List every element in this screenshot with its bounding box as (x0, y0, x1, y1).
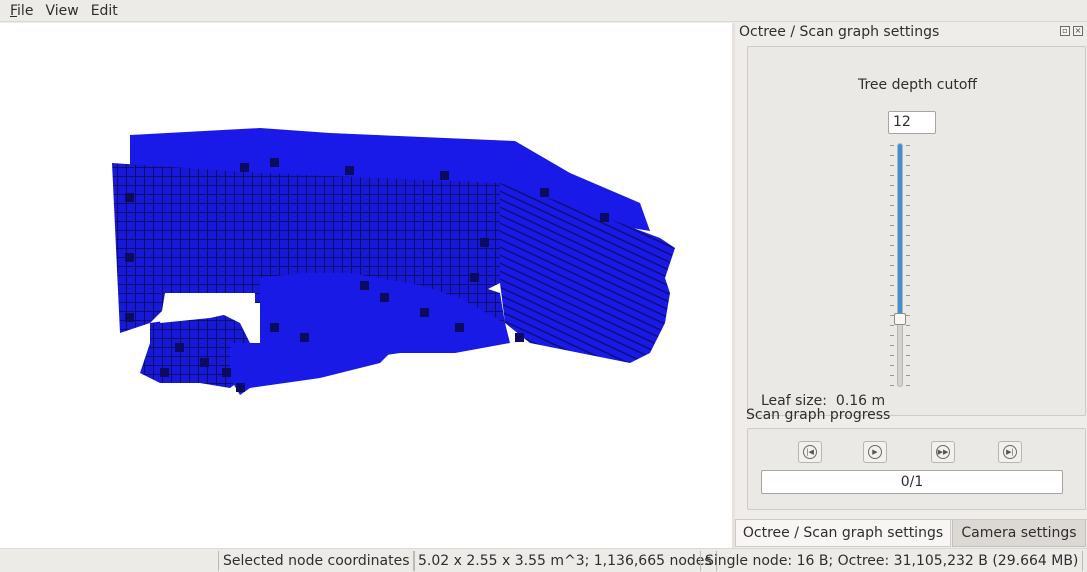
skip-back-icon: |◀ (803, 445, 817, 459)
slider-tick (890, 355, 894, 356)
slider-tick (890, 345, 894, 346)
play-icon: ▶ (868, 445, 882, 459)
menu-view[interactable]: View (39, 0, 84, 22)
fast-forward-button[interactable]: ▶▶ (931, 441, 955, 463)
slider-tick (906, 155, 910, 156)
slider-tick (906, 165, 910, 166)
slider-tick (906, 175, 910, 176)
slider-tick (906, 245, 910, 246)
octree-3d-viewport[interactable] (0, 23, 732, 548)
slider-tick (906, 145, 910, 146)
menu-edit[interactable]: Edit (85, 0, 124, 22)
slider-tick (906, 275, 910, 276)
depth-spinbox[interactable]: 12 (888, 111, 936, 134)
menu-file[interactable]: File (4, 0, 39, 22)
depth-group: Tree depth cutoff 12 Leaf size: 0.16 m (747, 46, 1086, 416)
tab-camera-settings[interactable]: Camera settings (952, 520, 1086, 547)
statusbar: Selected node coordinates 5.02 x 2.55 x … (0, 548, 1087, 572)
slider-tick (906, 305, 910, 306)
scan-group: |◀ ▶ ▶▶ ▶| 0/1 (747, 428, 1086, 510)
slider-tick (906, 345, 910, 346)
slider-tick (890, 145, 894, 146)
slider-tick (906, 375, 910, 376)
slider-tick (890, 285, 894, 286)
slider-tick (890, 185, 894, 186)
slider-tick (906, 355, 910, 356)
scan-graph-title: Scan graph progress (746, 407, 891, 423)
slider-tick (890, 235, 894, 236)
dock-close-icon[interactable]: × (1073, 26, 1083, 36)
scan-progress-bar: 0/1 (761, 470, 1063, 494)
slider-tick (890, 155, 894, 156)
slider-tick (890, 245, 894, 246)
voxel-bottom-strip (230, 343, 400, 395)
slider-tick (906, 185, 910, 186)
status-octree-stats: 5.02 x 2.55 x 3.55 m^3; 1,136,665 nodes (413, 551, 717, 571)
slider-tick (906, 255, 910, 256)
slider-tick (890, 315, 894, 316)
slider-tick (906, 325, 910, 326)
slider-tick (890, 205, 894, 206)
slider-tick (890, 335, 894, 336)
depth-cutoff-label: Tree depth cutoff (857, 77, 978, 93)
slider-tick (906, 385, 910, 386)
dock-tab-bar: Octree / Scan graph settings Camera sett… (735, 519, 1087, 548)
slider-tick (890, 215, 894, 216)
slider-tick (890, 275, 894, 276)
tab-octree-settings[interactable]: Octree / Scan graph settings (735, 520, 951, 547)
slider-tick (890, 175, 894, 176)
settings-dock: Octree / Scan graph settings ▫ × Tree de… (735, 23, 1087, 548)
slider-tick (890, 385, 894, 386)
slider-tick (906, 265, 910, 266)
slider-tick (906, 205, 910, 206)
skip-forward-button[interactable]: ▶| (998, 441, 1022, 463)
menubar: File View Edit (0, 0, 1087, 22)
slider-tick (906, 215, 910, 216)
play-button[interactable]: ▶ (863, 441, 887, 463)
slider-tick (906, 365, 910, 366)
octree-voxel-rendering (112, 128, 675, 395)
slider-tick (890, 365, 894, 366)
depth-slider[interactable] (897, 143, 903, 387)
slider-tick (890, 225, 894, 226)
fast-forward-icon: ▶▶ (936, 445, 950, 459)
skip-forward-icon: ▶| (1003, 445, 1017, 459)
slider-tick (890, 295, 894, 296)
slider-tick (890, 165, 894, 166)
slider-tick (890, 195, 894, 196)
slider-tick (906, 225, 910, 226)
slider-tick (906, 315, 910, 316)
slider-tick (906, 285, 910, 286)
status-selected-node: Selected node coordinates (218, 551, 415, 571)
status-memory: Single node: 16 B; Octree: 31,105,232 B … (700, 551, 1084, 571)
dock-float-icon[interactable]: ▫ (1060, 26, 1070, 36)
slider-tick (890, 305, 894, 306)
slider-tick (890, 325, 894, 326)
slider-tick (890, 375, 894, 376)
slider-tick (890, 255, 894, 256)
slider-tick (906, 235, 910, 236)
slider-tick (906, 295, 910, 296)
dock-title: Octree / Scan graph settings (739, 24, 940, 40)
slider-tick (906, 335, 910, 336)
slider-tick (906, 195, 910, 196)
skip-back-button[interactable]: |◀ (798, 441, 822, 463)
depth-slider-handle[interactable] (894, 313, 906, 325)
depth-slider-fill (898, 144, 902, 320)
slider-tick (890, 265, 894, 266)
